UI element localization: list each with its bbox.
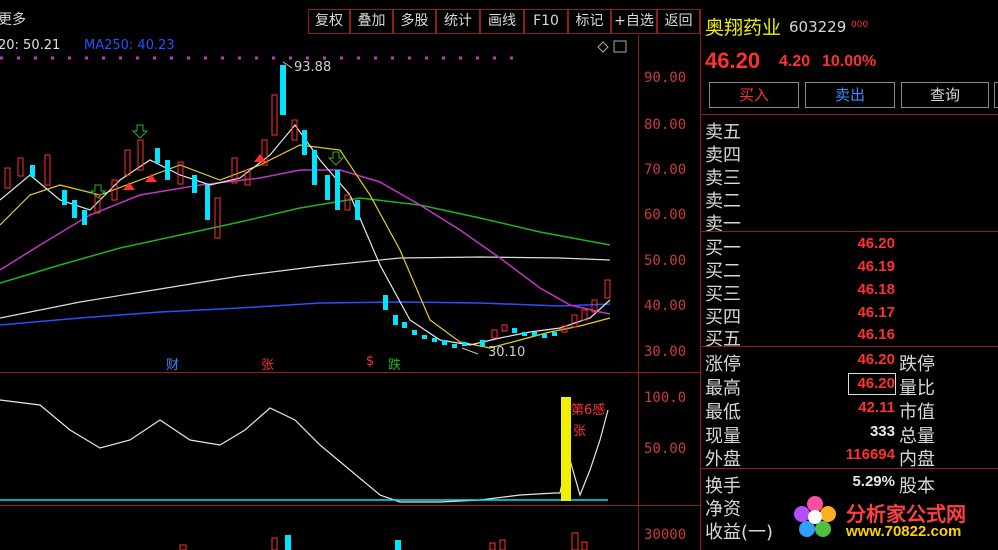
divider (700, 468, 998, 469)
price-tick: 30.00 (644, 344, 687, 360)
buy-level-price: 46.18 (857, 281, 895, 298)
ma5-line (0, 124, 611, 346)
stat-label: 涨停 (705, 354, 741, 375)
price-tick: 70.00 (644, 162, 687, 178)
buy-level-price: 46.20 (857, 235, 895, 252)
event-zhang-label: 张 (261, 358, 275, 373)
stat-label: 量比 (899, 378, 935, 399)
buy-level-label: 买五 (705, 329, 741, 350)
low-price-label: 30.10 (488, 345, 526, 360)
ma250-line (0, 301, 611, 326)
indicator-tick: 100.0 (644, 390, 687, 406)
indicator-tick: 50.00 (644, 441, 687, 457)
event-cai-label: 财 (166, 358, 180, 373)
volume-tick: 30000 (644, 527, 687, 543)
price-change-pct: 10.00% (822, 53, 877, 70)
ma60-line (0, 197, 611, 284)
diamond-icon[interactable] (597, 41, 609, 53)
stat-label: 最低 (705, 402, 741, 423)
price-tick: 50.00 (644, 253, 687, 269)
extra-button[interactable] (994, 82, 998, 108)
ma120-line (0, 256, 611, 319)
stat-label: 收益(一) (705, 522, 774, 543)
indicator-label-sixth-sense: 第6感 (571, 403, 606, 418)
indicator-bar (561, 397, 571, 501)
divider (700, 346, 998, 347)
buy-level-price: 46.19 (857, 258, 895, 275)
indicator-line (0, 399, 609, 503)
buy-level-price: 46.17 (857, 304, 895, 321)
price-tick: 90.00 (644, 70, 687, 86)
price-tick: 80.00 (644, 117, 687, 133)
event-die-label: 跌 (388, 358, 402, 373)
price-tick: 60.00 (644, 207, 687, 223)
price-tick: 40.00 (644, 298, 687, 314)
indicator-label-zhang: 张 (573, 424, 587, 439)
low-marker-icon (461, 347, 479, 355)
divider (700, 231, 998, 232)
stat-label: 跌停 (899, 354, 935, 375)
watermark-logo (792, 494, 838, 540)
event-s-label: $ (366, 354, 375, 369)
volume-bars (179, 532, 588, 550)
query-button[interactable]: 查询 (901, 82, 989, 108)
stat-label: 市值 (899, 402, 935, 423)
buy-button[interactable]: 买入 (709, 82, 799, 108)
stock-name: 奥翔药业 (705, 17, 782, 39)
buy-level-price: 46.16 (857, 326, 895, 343)
stock-code: 603229 (789, 18, 847, 36)
stat-value: 116694 (845, 446, 895, 463)
stat-value: 333 (869, 423, 895, 440)
stat-value: 42.11 (858, 399, 895, 416)
high-price-label: 93.88 (294, 60, 332, 75)
stock-tag: 000 (851, 20, 869, 30)
divider (700, 114, 998, 115)
sell-button[interactable]: 卖出 (805, 82, 895, 108)
stat-label: 最高 (705, 378, 741, 399)
price-change: 4.20 (779, 53, 811, 70)
sell-level-label: 卖一 (705, 214, 741, 235)
panel-toggle-icon[interactable] (613, 40, 627, 53)
current-price: 46.20 (705, 48, 761, 73)
high-value-box (848, 373, 896, 395)
stat-label: 股本 (899, 476, 935, 497)
kline-chart[interactable] (0, 0, 700, 550)
watermark-url: www.70822.com (846, 523, 962, 540)
flower-logo-icon (794, 496, 836, 537)
stat-value: 5.29% (852, 473, 895, 490)
stat-value: 46.20 (857, 351, 895, 368)
